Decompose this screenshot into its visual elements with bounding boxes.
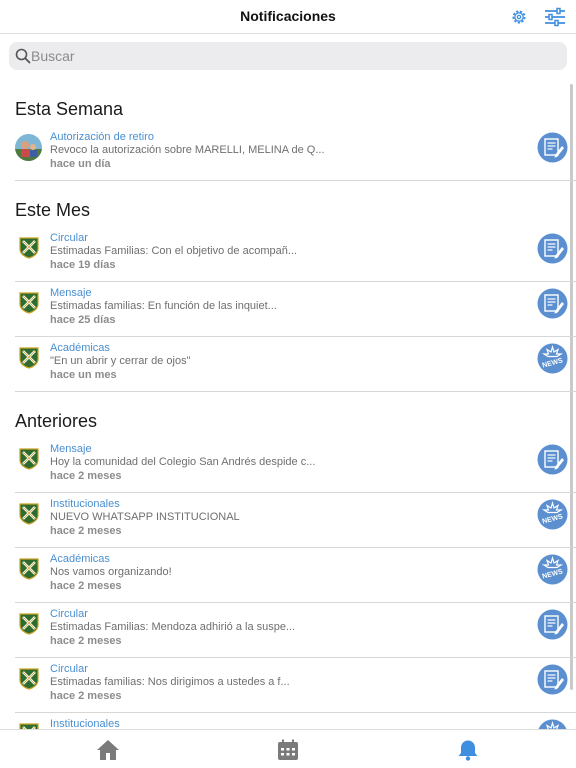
school-crest-icon (19, 668, 39, 690)
notification-row[interactable]: Circular Estimadas familias: Nos dirigimo… (15, 659, 576, 713)
row-divider (15, 492, 576, 493)
bell-icon[interactable] (456, 739, 480, 761)
school-crest-icon (19, 347, 39, 369)
notification-preview: Estimadas Familias: Mendoza adhirió a la… (50, 621, 296, 633)
school-crest-icon (19, 448, 39, 470)
notification-preview: Revoco la autorización sobre MARELLI, ME… (50, 144, 325, 156)
notification-row[interactable]: Autorización de retiro Revoco la autoriza… (15, 127, 576, 181)
school-crest-icon (19, 613, 39, 635)
notification-time: hace 2 meses (50, 690, 122, 702)
notification-time: hace 2 meses (50, 580, 122, 592)
notification-row[interactable]: Institucionales NUEVO WHATSAPP INSTITUCIO… (15, 494, 576, 548)
section-title-earlier: Anteriores (15, 411, 98, 431)
document-badge-icon[interactable] (537, 132, 568, 163)
school-crest-icon (19, 292, 39, 314)
notification-type: Académicas (50, 342, 110, 354)
notification-type: Circular (50, 608, 88, 620)
row-divider (15, 657, 576, 658)
notification-type: Autorización de retiro (50, 131, 154, 143)
news-badge-icon[interactable]: NEWS (537, 554, 568, 585)
document-badge-icon[interactable] (537, 233, 568, 264)
notification-preview: Hoy la comunidad del Colegio San Andrés … (50, 456, 316, 468)
search-icon (15, 48, 31, 64)
notification-row[interactable]: Circular Estimadas Familias: Con el objet… (15, 228, 576, 282)
tab-bar (0, 729, 576, 768)
notification-preview: Estimadas Familias: Con el objetivo de a… (50, 245, 298, 257)
notification-time: hace 2 meses (50, 635, 122, 647)
notification-preview: Estimadas familias: Nos dirigimos a uste… (50, 676, 290, 688)
gear-icon[interactable] (510, 8, 528, 26)
calendar-icon[interactable] (276, 739, 300, 761)
notification-preview: "En un abrir y cerrar de ojos" (50, 355, 191, 367)
notification-row[interactable]: Académicas Nos vamos organizando! hace 2 m… (15, 549, 576, 603)
notification-time: hace 2 meses (50, 525, 122, 537)
notification-preview: NUEVO WHATSAPP INSTITUCIONAL (50, 511, 240, 523)
row-divider (15, 547, 576, 548)
document-badge-icon[interactable] (537, 444, 568, 475)
notification-time: hace 25 días (50, 314, 116, 326)
news-badge-icon[interactable]: NEWS (537, 343, 568, 374)
section-title-this-week: Esta Semana (15, 99, 124, 119)
document-badge-icon[interactable] (537, 609, 568, 640)
news-badge-icon[interactable]: NEWS (537, 499, 568, 530)
document-badge-icon[interactable] (537, 664, 568, 695)
home-icon[interactable] (96, 739, 120, 761)
notification-time: hace un día (50, 158, 111, 170)
notification-type: Circular (50, 663, 88, 675)
notification-preview: Nos vamos organizando! (50, 566, 172, 578)
notification-time: hace un mes (50, 369, 117, 381)
notification-row[interactable]: Mensaje Hoy la comunidad del Colegio San … (15, 439, 576, 493)
notification-time: hace 19 días (50, 259, 116, 271)
notification-type: Mensaje (50, 287, 92, 299)
notification-type: Mensaje (50, 443, 92, 455)
search-bar[interactable] (9, 42, 567, 70)
notification-preview: Estimadas familias: En función de las in… (50, 300, 277, 312)
notification-row[interactable]: Mensaje Estimadas familias: En función de… (15, 283, 576, 337)
row-divider (15, 712, 576, 713)
notification-type: Académicas (50, 553, 110, 565)
search-input[interactable] (31, 42, 551, 70)
section-title-this-month: Este Mes (15, 200, 91, 220)
row-divider (15, 602, 576, 603)
notification-row[interactable]: Académicas "En un abrir y cerrar de ojos"… (15, 338, 576, 392)
page-title: Notificaciones (240, 8, 336, 24)
school-crest-icon (19, 503, 39, 525)
user-avatar (15, 134, 42, 161)
sliders-icon[interactable] (544, 7, 566, 27)
row-divider (15, 336, 576, 337)
row-divider (15, 180, 576, 181)
notification-row[interactable]: Circular Estimadas Familias: Mendoza adhi… (15, 604, 576, 658)
notification-type: Institucionales (50, 498, 120, 510)
row-divider (15, 281, 576, 282)
navigation-bar: Notificaciones (0, 0, 576, 34)
notification-time: hace 2 meses (50, 470, 122, 482)
school-crest-icon (19, 558, 39, 580)
row-divider (15, 391, 576, 392)
school-crest-icon (19, 237, 39, 259)
document-badge-icon[interactable] (537, 288, 568, 319)
notification-type: Circular (50, 232, 88, 244)
